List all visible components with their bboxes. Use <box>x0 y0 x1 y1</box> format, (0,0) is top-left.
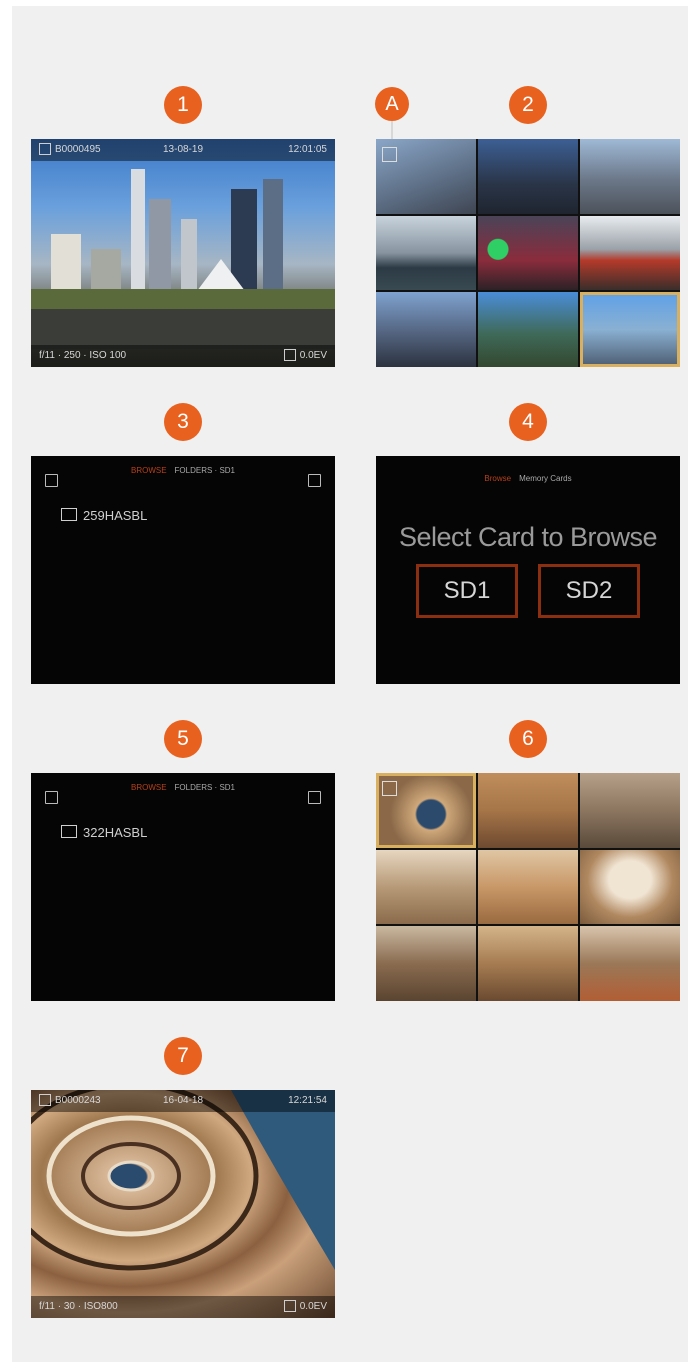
thumbnail-selected[interactable] <box>580 292 680 367</box>
step-badge-3: 3 <box>164 403 202 441</box>
back-icon[interactable] <box>45 474 58 487</box>
image-time: 12:01:05 <box>288 144 327 155</box>
screen-single-image-staircase[interactable]: B0000243 16-04-18 12:21:54 f/11 · 30 · I… <box>31 1090 335 1318</box>
ev-value: 0.0EV <box>299 350 327 361</box>
browse-header: BROWSE FOLDERS · SD1 <box>31 783 335 792</box>
browse-label: BROWSE <box>130 783 167 792</box>
image-time: 12:21:54 <box>288 1095 327 1106</box>
step-badge-2: 2 <box>509 86 547 124</box>
thumbnail[interactable] <box>478 773 578 848</box>
thumbnail[interactable] <box>580 773 680 848</box>
step-badge-1: 1 <box>164 86 202 124</box>
card-icon[interactable] <box>308 474 321 487</box>
screen-folder-browse-2: BROWSE FOLDERS · SD1 322HASBL <box>31 773 335 1001</box>
exposure-bar: f/11 · 250 · ISO 100 0.0EV <box>31 345 335 367</box>
sd1-button[interactable]: SD1 <box>416 564 518 618</box>
thumbnail[interactable] <box>478 926 578 1001</box>
select-card-title: Select Card to Browse <box>398 522 658 552</box>
exposure-bar: f/11 · 30 · ISO800 0.0EV <box>31 1296 335 1318</box>
image-info-bar: B0000495 13-08-19 12:01:05 <box>31 139 335 161</box>
ev-icon <box>283 349 296 362</box>
folder-item[interactable]: 322HASBL <box>61 825 147 840</box>
screen-single-image[interactable]: B0000495 13-08-19 12:01:05 f/11 · 250 · … <box>31 139 335 367</box>
callout-badge-a: A <box>375 87 409 121</box>
screen-thumbnail-grid-interior[interactable] <box>376 773 680 1001</box>
folder-item[interactable]: 259HASBL <box>61 508 147 523</box>
card-icon <box>382 147 397 162</box>
exposure-values: f/11 · 30 · ISO800 <box>39 1301 118 1312</box>
step-badge-6: 6 <box>509 720 547 758</box>
folder-name: 259HASBL <box>83 508 148 523</box>
thumbnail[interactable] <box>478 215 578 291</box>
thumbnail[interactable] <box>376 215 476 291</box>
browse-path: Memory Cards <box>519 474 572 483</box>
browse-label: BROWSE <box>130 466 167 475</box>
image-info-bar: B0000243 16-04-18 12:21:54 <box>31 1090 335 1112</box>
thumbnail[interactable] <box>376 292 476 367</box>
thumbnail[interactable] <box>580 926 680 1001</box>
step-badge-7: 7 <box>164 1037 202 1075</box>
thumbnail-grid <box>376 773 680 1001</box>
staircase-shapes <box>31 1090 335 1271</box>
ev-icon <box>283 1300 296 1313</box>
thumbnail[interactable] <box>478 139 578 214</box>
skyline-shapes <box>31 169 335 349</box>
browse-path: FOLDERS · SD1 <box>174 783 236 792</box>
thumbnail[interactable] <box>580 849 680 925</box>
thumbnail[interactable] <box>478 849 578 925</box>
folder-icon <box>61 508 77 521</box>
folder-name: 322HASBL <box>83 825 148 840</box>
thumbnail-selected[interactable] <box>376 773 476 848</box>
browse-label: Browse <box>484 474 512 483</box>
step-badge-5: 5 <box>164 720 202 758</box>
thumbnail[interactable] <box>376 926 476 1001</box>
back-icon[interactable] <box>45 791 58 804</box>
browse-path: FOLDERS · SD1 <box>174 466 236 475</box>
thumbnail[interactable] <box>580 215 680 291</box>
thumbnail[interactable] <box>580 139 680 214</box>
card-icon[interactable] <box>308 791 321 804</box>
sd2-button[interactable]: SD2 <box>538 564 640 618</box>
exposure-values: f/11 · 250 · ISO 100 <box>39 350 127 361</box>
folder-icon <box>61 825 77 838</box>
step-badge-4: 4 <box>509 403 547 441</box>
thumbnail[interactable] <box>478 292 578 367</box>
browse-header: Browse Memory Cards <box>376 474 680 483</box>
ev-value: 0.0EV <box>299 1301 327 1312</box>
screen-select-card: Browse Memory Cards Select Card to Browse… <box>376 456 680 684</box>
thumbnail-grid <box>376 139 680 367</box>
thumbnail[interactable] <box>376 849 476 925</box>
screen-folder-browse-1: BROWSE FOLDERS · SD1 259HASBL <box>31 456 335 684</box>
browse-header: BROWSE FOLDERS · SD1 <box>31 466 335 475</box>
card-icon <box>382 781 397 796</box>
screen-thumbnail-grid-city[interactable] <box>376 139 680 367</box>
thumbnail[interactable] <box>376 139 476 214</box>
